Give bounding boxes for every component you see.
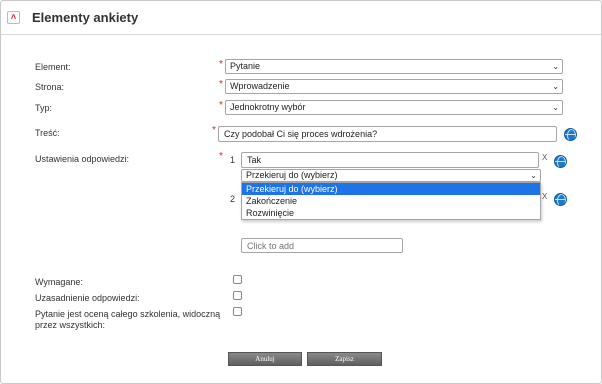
ocena-label-line2: przez wszystkich: — [35, 320, 106, 330]
required-marker: * — [219, 79, 223, 90]
panel-header: ˄ Elementy ankiety — [1, 1, 601, 35]
required-marker: * — [219, 151, 223, 162]
cancel-button[interactable]: Anuluj — [228, 352, 302, 366]
action-dropdown-list: Przekieruj do (wybierz) Zakończenie Rozw… — [241, 182, 541, 220]
wymagane-label: Wymagane: — [35, 277, 83, 287]
strona-label: Strona: — [35, 82, 65, 92]
answer-1-input[interactable]: Tak — [241, 152, 539, 168]
globe-icon[interactable] — [554, 155, 567, 168]
dropdown-option[interactable]: Rozwinięcie — [242, 207, 540, 219]
answer-number: 1 — [230, 155, 236, 165]
chevron-down-icon: ⌄ — [530, 171, 537, 180]
element-select[interactable]: Pytanie ⌄ — [225, 59, 563, 74]
dropdown-option[interactable]: Zakończenie — [242, 195, 540, 207]
chevron-down-icon: ⌄ — [552, 103, 559, 112]
uzasadnienie-label: Uzasadnienie odpowiedzi: — [35, 293, 140, 303]
answer-1-action-value: Przekieruj do (wybierz) — [246, 170, 338, 180]
dropdown-option[interactable]: Przekieruj do (wybierz) — [242, 183, 540, 195]
element-label: Element: — [35, 62, 71, 72]
survey-elements-panel: ˄ Elementy ankiety Element: * Pytanie ⌄ … — [0, 0, 602, 384]
globe-icon[interactable] — [554, 193, 567, 206]
ocena-label-line1: Pytanie jest oceną całego szkolenia, wid… — [35, 309, 221, 319]
save-button[interactable]: Zapisz — [307, 352, 382, 366]
ustawienia-label: Ustawienia odpowiedzi: — [35, 154, 130, 164]
ocena-checkbox[interactable] — [233, 307, 242, 316]
required-marker: * — [219, 59, 223, 70]
remove-answer-icon[interactable]: X — [542, 153, 547, 162]
click-to-add-input[interactable] — [241, 238, 403, 253]
answer-number: 2 — [230, 194, 236, 204]
tresc-label: Treść: — [35, 128, 60, 138]
chevron-down-icon: ⌄ — [552, 62, 559, 71]
globe-icon[interactable] — [564, 128, 577, 141]
required-marker: * — [219, 100, 223, 111]
strona-select[interactable]: Wprowadzenie ⌄ — [225, 79, 563, 94]
typ-select[interactable]: Jednokrotny wybór ⌄ — [225, 100, 563, 115]
typ-label: Typ: — [35, 103, 53, 113]
tresc-input[interactable]: Czy podobał Ci się proces wdrożenia? — [218, 126, 557, 142]
chevron-up-icon: ˄ — [10, 12, 17, 22]
collapse-button[interactable]: ˄ — [7, 11, 20, 24]
strona-select-value: Wprowadzenie — [230, 81, 290, 91]
answer-1-action-select[interactable]: Przekieruj do (wybierz) ⌄ — [241, 169, 541, 182]
typ-select-value: Jednokrotny wybór — [230, 102, 306, 112]
wymagane-checkbox[interactable] — [233, 275, 242, 284]
chevron-down-icon: ⌄ — [552, 82, 559, 91]
element-select-value: Pytanie — [230, 61, 261, 71]
remove-answer-icon[interactable]: X — [542, 192, 547, 201]
panel-title: Elementy ankiety — [32, 10, 139, 25]
required-marker: * — [212, 125, 216, 136]
uzasadnienie-checkbox[interactable] — [233, 291, 242, 300]
